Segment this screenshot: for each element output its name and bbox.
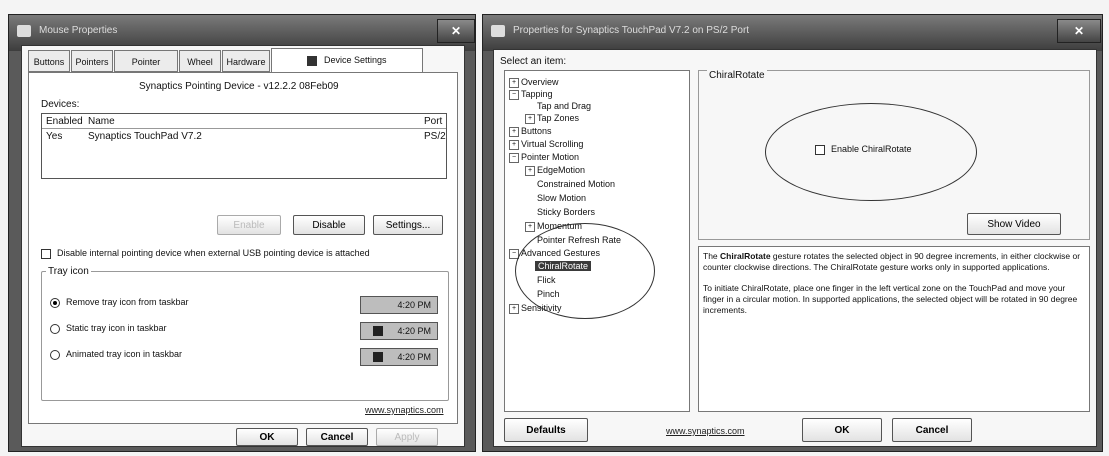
disable-button[interactable]: Disable [293, 215, 365, 235]
apply-button[interactable]: Apply [376, 428, 438, 446]
tray-preview-static: 4:20 PM [360, 322, 438, 340]
desc-chiral-rotate-bold: ChiralRotate [720, 251, 771, 261]
tab-wheel[interactable]: Wheel [179, 50, 221, 72]
mouse-icon [17, 25, 31, 37]
col-name[interactable]: Name [88, 116, 115, 127]
cancel-button-right[interactable]: Cancel [892, 418, 972, 442]
touchpad-tray-icon [373, 326, 383, 336]
tray-option-remove-radio[interactable] [50, 298, 60, 308]
ok-button-right[interactable]: OK [802, 418, 882, 442]
tree-item-virtual-scrolling[interactable]: Virtual Scrolling [521, 139, 583, 149]
tree-item-pointer-motion[interactable]: Pointer Motion [521, 152, 579, 162]
tray-icon-group-label: Tray icon [46, 266, 91, 277]
row-name[interactable]: Synaptics TouchPad V7.2 [88, 131, 202, 142]
synaptics-link[interactable]: www.synaptics.com [365, 405, 444, 415]
device-title: Synaptics Pointing Device - v12.2.2 08Fe… [139, 81, 339, 92]
description-box: The ChiralRotate gesture rotates the sel… [698, 246, 1090, 412]
tray-time: 4:20 PM [397, 300, 431, 310]
tray-option-static-radio[interactable] [50, 324, 60, 334]
tree-item-sticky-borders[interactable]: Sticky Borders [537, 207, 595, 217]
mouse-properties-window: Mouse Properties ✕ Buttons Pointers Poin… [8, 14, 476, 452]
tree-item-edge-motion[interactable]: EdgeMotion [537, 165, 585, 175]
disable-internal-label: Disable internal pointing device when ex… [57, 248, 370, 258]
show-video-button[interactable]: Show Video [967, 213, 1061, 235]
select-item-label: Select an item: [500, 56, 567, 67]
touchpad-icon [491, 25, 505, 37]
ok-button[interactable]: OK [236, 428, 298, 446]
tray-icon-group: Tray icon Remove tray icon from taskbar … [41, 266, 449, 401]
enable-button[interactable]: Enable [217, 215, 281, 235]
tab-hardware[interactable]: Hardware [222, 50, 270, 72]
expand-overview-icon[interactable]: + [509, 78, 519, 88]
cancel-button[interactable]: Cancel [306, 428, 368, 446]
tray-option-animated-radio[interactable] [50, 350, 60, 360]
chiral-rotate-group-title: ChiralRotate [707, 70, 767, 81]
chiral-rotate-group: ChiralRotate Enable ChiralRotate Show Vi… [698, 70, 1090, 240]
settings-tree[interactable]: + Overview − Tapping Tap and Drag + Tap … [504, 70, 690, 412]
tray-option-remove-label: Remove tray icon from taskbar [66, 297, 189, 307]
row-enabled[interactable]: Yes [46, 131, 62, 142]
tree-item-tapping[interactable]: Tapping [521, 89, 553, 99]
tree-item-constrained-motion[interactable]: Constrained Motion [537, 179, 615, 189]
device-settings-icon [307, 55, 318, 66]
left-client-area: Buttons Pointers Pointer Options Wheel H… [21, 45, 465, 447]
tab-pointers[interactable]: Pointers [71, 50, 113, 72]
settings-button[interactable]: Settings... [373, 215, 443, 235]
col-enabled[interactable]: Enabled [46, 116, 83, 127]
expand-sensitivity-icon[interactable]: + [509, 304, 519, 314]
devices-label: Devices: [41, 99, 80, 110]
tab-device-settings-label: Device Settings [323, 55, 387, 65]
tab-pointer-options[interactable]: Pointer Options [114, 50, 178, 89]
tree-item-slow-motion[interactable]: Slow Motion [537, 193, 586, 203]
highlight-ellipse-tree [515, 223, 655, 319]
tree-item-buttons[interactable]: Buttons [521, 126, 552, 136]
tray-preview-animated: 4:20 PM [360, 348, 438, 366]
right-close-button[interactable]: ✕ [1057, 19, 1101, 43]
tray-option-static-label: Static tray icon in taskbar [66, 323, 167, 333]
expand-tap-zones-icon[interactable]: + [525, 114, 535, 124]
tree-item-overview[interactable]: Overview [521, 77, 559, 87]
tree-item-tap-and-drag[interactable]: Tap and Drag [537, 101, 591, 111]
expand-buttons-icon[interactable]: + [509, 127, 519, 137]
disable-internal-checkbox[interactable] [41, 249, 51, 259]
row-port[interactable]: PS/2 [424, 131, 446, 142]
tray-preview-remove: 4:20 PM [360, 296, 438, 314]
tray-option-animated-label: Animated tray icon in taskbar [66, 349, 183, 359]
collapse-pointer-motion-icon[interactable]: − [509, 153, 519, 163]
tree-item-tap-zones[interactable]: Tap Zones [537, 113, 579, 123]
expand-virtual-scrolling-icon[interactable]: + [509, 140, 519, 150]
col-port[interactable]: Port [424, 116, 442, 127]
enable-chiral-rotate-label: Enable ChiralRotate [831, 144, 912, 154]
collapse-tapping-icon[interactable]: − [509, 90, 519, 100]
synaptics-link-right[interactable]: www.synaptics.com [666, 426, 745, 436]
tab-device-settings[interactable]: Device Settings [271, 48, 423, 73]
touchpad-tray-icon [373, 352, 383, 362]
right-window-title: Properties for Synaptics TouchPad V7.2 o… [513, 25, 750, 36]
defaults-button[interactable]: Defaults [504, 418, 588, 442]
tab-buttons[interactable]: Buttons [28, 50, 70, 72]
expand-edge-motion-icon[interactable]: + [525, 166, 535, 176]
synaptics-properties-window: Properties for Synaptics TouchPad V7.2 o… [482, 14, 1103, 452]
right-client-area: Select an item: + Overview − Tapping Tap… [493, 49, 1097, 447]
right-title-bar[interactable]: Properties for Synaptics TouchPad V7.2 o… [483, 15, 1102, 51]
description-paragraph-2: To initiate ChiralRotate, place one fing… [703, 283, 1078, 315]
desc-prefix: The [703, 251, 721, 261]
device-settings-panel: Synaptics Pointing Device - v12.2.2 08Fe… [28, 72, 458, 424]
expand-momentum-icon[interactable]: + [525, 222, 535, 232]
description-paragraph-1: The ChiralRotate gesture rotates the sel… [703, 251, 1085, 273]
left-close-button[interactable]: ✕ [437, 19, 475, 43]
tray-time: 4:20 PM [397, 326, 431, 336]
left-window-title: Mouse Properties [39, 25, 118, 36]
enable-chiral-rotate-checkbox[interactable] [815, 145, 825, 155]
tray-time: 4:20 PM [397, 352, 431, 362]
list-header-divider [42, 128, 446, 129]
devices-list[interactable]: Enabled Name Port Yes Synaptics TouchPad… [41, 113, 447, 179]
